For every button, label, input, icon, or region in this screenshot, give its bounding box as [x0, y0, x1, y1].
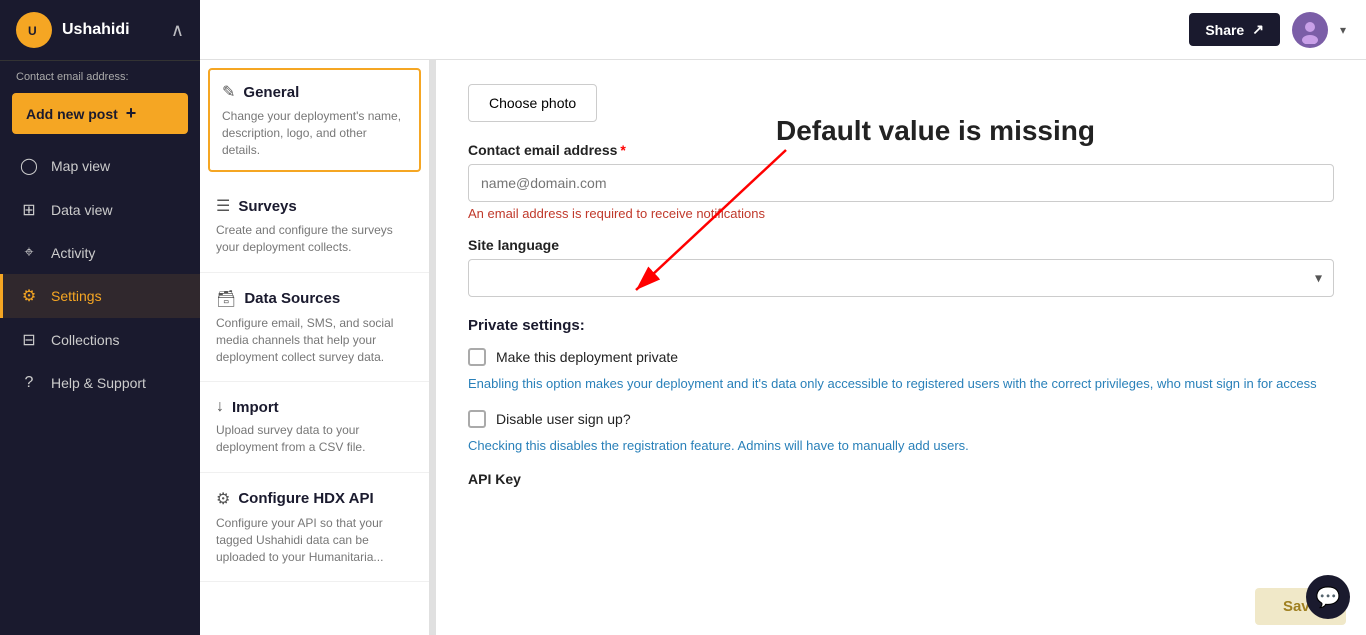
share-label: Share [1205, 22, 1244, 38]
general-icon: ✎ [222, 82, 235, 102]
nav-label-settings: Settings [51, 288, 102, 304]
nav-label-map-view: Map view [51, 158, 110, 174]
import-desc: Upload survey data to your deployment fr… [216, 422, 413, 456]
private-info-text: Enabling this option makes your deployme… [468, 374, 1334, 394]
surveys-icon: ☰ [216, 196, 230, 216]
general-desc: Change your deployment's name, descripti… [222, 108, 407, 158]
app-logo-icon: U [16, 12, 52, 48]
disable-signup-row: Disable user sign up? [468, 410, 1334, 428]
collections-icon: ⊟ [19, 330, 39, 350]
sidebar-item-help-support[interactable]: ? Help & Support [0, 362, 200, 404]
data-sources-title: Data Sources [244, 290, 340, 307]
import-icon: ↓ [216, 398, 224, 416]
private-settings-title: Private settings: [468, 317, 1334, 334]
required-indicator: * [620, 142, 625, 158]
disable-signup-label: Disable user sign up? [496, 411, 631, 427]
hdx-api-desc: Configure your API so that your tagged U… [216, 515, 413, 565]
plus-icon: + [126, 103, 137, 124]
sidebar-item-data-view[interactable]: ⊞ Data view [0, 188, 200, 232]
contact-email-input[interactable] [468, 164, 1334, 202]
surveys-title: Surveys [238, 198, 296, 215]
user-menu-chevron[interactable]: ▾ [1340, 23, 1346, 37]
share-button[interactable]: Share ↗ [1189, 13, 1280, 46]
share-icon: ↗ [1252, 21, 1264, 38]
settings-nav-import[interactable]: ↓ Import Upload survey data to your depl… [200, 382, 429, 473]
hdx-api-title: Configure HDX API [238, 490, 373, 507]
content-wrapper: ✎ General Change your deployment's name,… [200, 60, 1366, 635]
sidebar-logo: U Ushahidi ∧ [0, 0, 200, 61]
signup-info-text: Checking this disables the registration … [468, 436, 1334, 456]
settings-nav-general[interactable]: ✎ General Change your deployment's name,… [208, 68, 421, 172]
sidebar-item-collections[interactable]: ⊟ Collections [0, 318, 200, 362]
make-private-checkbox[interactable] [468, 348, 486, 366]
nav-label-activity: Activity [51, 245, 95, 261]
sidebar-item-map-view[interactable]: ◯ Map view [0, 144, 200, 188]
settings-icon: ⚙ [19, 286, 39, 306]
site-language-wrapper: English French Spanish ▾ [468, 259, 1334, 297]
contact-email-field-label: Contact email address * [468, 142, 1334, 158]
sidebar: U Ushahidi ∧ Contact email address: Add … [0, 0, 200, 635]
nav-label-data-view: Data view [51, 202, 112, 218]
map-view-icon: ◯ [19, 156, 39, 176]
nav-label-collections: Collections [51, 332, 119, 348]
settings-nav-data-sources[interactable]: 🗃 Data Sources Configure email, SMS, and… [200, 273, 429, 382]
general-title: General [243, 84, 299, 101]
settings-sidebar: ✎ General Change your deployment's name,… [200, 60, 430, 635]
hdx-api-icon: ⚙ [216, 489, 230, 509]
chat-bubble-button[interactable]: 💬 [1306, 575, 1350, 619]
add-new-post-button[interactable]: Add new post + [12, 93, 188, 134]
data-sources-desc: Configure email, SMS, and social media c… [216, 315, 413, 365]
chat-icon: 💬 [1316, 585, 1341, 610]
site-language-label: Site language [468, 237, 1334, 253]
disable-signup-checkbox[interactable] [468, 410, 486, 428]
settings-form: Default value is missing Choose photo Co… [436, 60, 1366, 635]
add-new-post-label: Add new post [26, 106, 118, 122]
topbar: Share ↗ ▾ [200, 0, 1366, 60]
data-sources-icon: 🗃 [216, 289, 236, 309]
site-language-select[interactable]: English French Spanish [468, 259, 1334, 297]
choose-photo-button[interactable]: Choose photo [468, 84, 597, 122]
collapse-icon[interactable]: ∧ [171, 20, 184, 41]
settings-nav-surveys[interactable]: ☰ Surveys Create and configure the surve… [200, 180, 429, 273]
surveys-desc: Create and configure the surveys your de… [216, 222, 413, 256]
make-private-label: Make this deployment private [496, 349, 678, 365]
sidebar-item-settings[interactable]: ⚙ Settings [0, 274, 200, 318]
email-error-message: An email address is required to receive … [468, 206, 1334, 221]
make-private-row: Make this deployment private [468, 348, 1334, 366]
settings-nav-hdx-api[interactable]: ⚙ Configure HDX API Configure your API s… [200, 473, 429, 582]
api-key-label: API Key [468, 471, 1334, 497]
data-view-icon: ⊞ [19, 200, 39, 220]
sidebar-item-activity[interactable]: ⌖ Activity [0, 232, 200, 274]
user-avatar[interactable] [1292, 12, 1328, 48]
import-title: Import [232, 399, 279, 416]
nav-label-help: Help & Support [51, 375, 146, 391]
app-name: Ushahidi [62, 21, 130, 39]
activity-icon: ⌖ [19, 244, 39, 262]
contact-email-label: Contact email address: [0, 61, 200, 87]
help-icon: ? [19, 374, 39, 392]
svg-text:U: U [28, 24, 37, 38]
